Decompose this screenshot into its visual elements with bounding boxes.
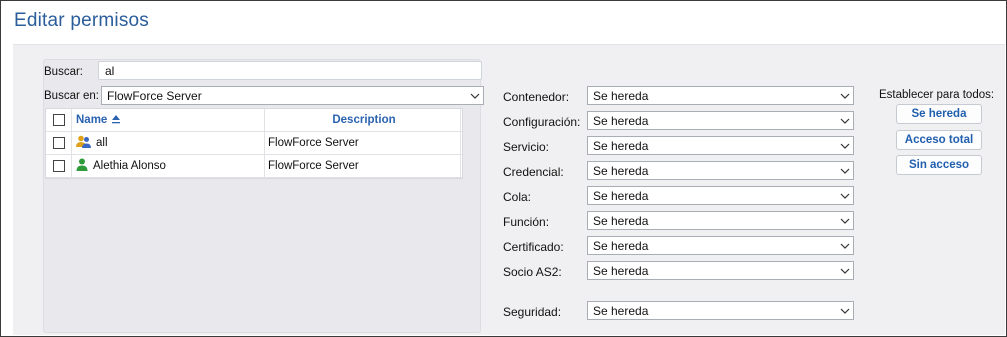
perm-label-configuracion: Configuración: [503, 115, 581, 129]
row-checkbox[interactable] [52, 137, 65, 149]
perm-label-credencial: Credencial: [503, 165, 564, 179]
select-all-checkbox[interactable] [52, 114, 65, 126]
chevron-down-icon [836, 187, 853, 204]
perm-value: Se hereda [593, 214, 649, 228]
chevron-down-icon [836, 112, 853, 129]
perm-select-cola[interactable]: Se hereda [587, 186, 854, 205]
set-all-full-access-button[interactable]: Acceso total [896, 130, 982, 150]
perm-label-seguridad: Seguridad: [503, 305, 562, 319]
chevron-down-icon [836, 302, 853, 319]
perm-label-contenedor: Contenedor: [503, 90, 570, 104]
name-header-label: Name [76, 114, 108, 126]
group-icon [76, 135, 91, 151]
user-icon [76, 158, 88, 174]
perm-select-socio-as2[interactable]: Se hereda [587, 261, 854, 280]
description-column-header[interactable]: Description [265, 109, 461, 131]
name-column-header[interactable]: Name [72, 109, 265, 131]
perm-select-credencial[interactable]: Se hereda [587, 161, 854, 180]
chevron-down-icon [836, 212, 853, 229]
set-all-label: Establecer para todos: [879, 89, 995, 101]
perm-value: Se hereda [593, 239, 649, 253]
table-row[interactable]: all FlowForce Server [46, 132, 462, 155]
chevron-down-icon [836, 262, 853, 279]
perm-value: Se hereda [593, 114, 649, 128]
table-row[interactable]: Alethia Alonso FlowForce Server [46, 155, 462, 178]
chevron-down-icon [836, 237, 853, 254]
page-title: Editar permisos [14, 10, 149, 31]
row-name: Alethia Alonso [93, 160, 166, 172]
chevron-down-icon [836, 162, 853, 179]
perm-value: Se hereda [593, 139, 649, 153]
chevron-down-icon [836, 87, 853, 104]
search-in-value: FlowForce Server [107, 89, 202, 103]
sort-ascending-icon [112, 113, 121, 127]
row-description: FlowForce Server [268, 160, 359, 172]
row-checkbox[interactable] [52, 160, 65, 172]
perm-label-servicio: Servicio: [503, 140, 550, 154]
perm-label-cola: Cola: [503, 190, 532, 204]
perm-select-servicio[interactable]: Se hereda [587, 136, 854, 155]
chevron-down-icon [836, 137, 853, 154]
search-label: Buscar: [44, 66, 83, 78]
row-description: FlowForce Server [268, 137, 359, 149]
row-name: all [96, 137, 108, 149]
set-all-no-access-button[interactable]: Sin acceso [896, 155, 982, 175]
description-header-label: Description [332, 114, 396, 126]
perm-value: Se hereda [593, 189, 649, 203]
perm-value: Se hereda [593, 304, 649, 318]
perm-value: Se hereda [593, 264, 649, 278]
perm-value: Se hereda [593, 164, 649, 178]
search-in-select[interactable]: FlowForce Server [101, 86, 484, 105]
perm-label-socio-as2: Socio AS2: [503, 265, 562, 279]
perm-label-funcion: Función: [503, 215, 550, 229]
perm-select-seguridad[interactable]: Se hereda [587, 301, 854, 320]
perm-select-funcion[interactable]: Se hereda [587, 211, 854, 230]
perm-label-certificado: Certificado: [503, 240, 564, 254]
window-frame: Editar permisos Buscar: Buscar en: FlowF… [0, 0, 1007, 337]
perm-select-configuracion[interactable]: Se hereda [587, 111, 854, 130]
perm-select-contenedor[interactable]: Se hereda [587, 86, 854, 105]
chevron-down-icon [466, 87, 483, 104]
principals-table: Name Description all FlowForce Server Al… [45, 108, 463, 179]
search-in-label: Buscar en: [44, 90, 99, 102]
perm-value: Se hereda [593, 89, 649, 103]
set-all-inherit-button[interactable]: Se hereda [896, 104, 982, 124]
table-header: Name Description [46, 109, 462, 132]
search-input[interactable] [98, 61, 482, 80]
perm-select-certificado[interactable]: Se hereda [587, 236, 854, 255]
